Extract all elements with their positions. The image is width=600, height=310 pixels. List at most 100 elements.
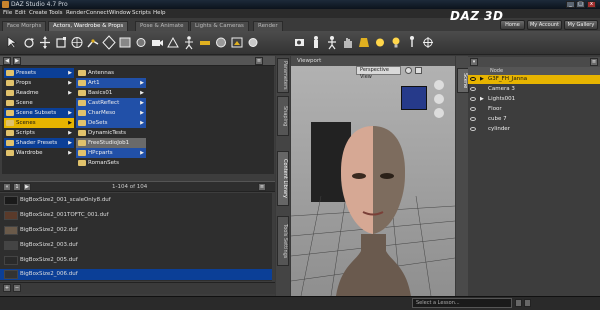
category-props[interactable]: Props ▶ [4, 78, 74, 88]
viewport-menu-icon[interactable] [415, 67, 422, 74]
pan-icon[interactable] [434, 94, 444, 104]
menu-render[interactable]: Render [66, 10, 86, 16]
view-cube-icon[interactable] [401, 86, 427, 110]
lesson-select[interactable]: Select a Lesson... [412, 298, 512, 308]
menu-create[interactable]: Create [29, 10, 47, 16]
subcategory-castreflect[interactable]: CastReflect ▶ [76, 98, 146, 108]
tab-pose-animate[interactable]: Pose & Animate [135, 21, 189, 31]
next-page-button[interactable]: ▶ [23, 183, 31, 191]
menu-file[interactable]: File [3, 10, 12, 16]
select-icon[interactable] [5, 35, 19, 50]
orbit-icon[interactable] [434, 80, 444, 90]
spot-light-icon[interactable] [357, 35, 371, 50]
scene-node-cylinder[interactable]: cylinder [468, 125, 600, 134]
bulb-icon[interactable] [389, 35, 403, 50]
expand-icon[interactable]: ▶ [480, 75, 484, 84]
subcategory-dynamictests[interactable]: DynamicTests [76, 128, 146, 138]
crosshair-icon[interactable] [421, 35, 435, 50]
morph-icon[interactable] [214, 35, 228, 50]
scene-node-cube[interactable]: cube 7 [468, 115, 600, 124]
tab-actors-wardrobe-props[interactable]: Actors, Wardrobe & Props [48, 21, 129, 31]
subcategory-freestudiojob1[interactable]: FreeStudioJob1 [76, 138, 146, 148]
node-icon[interactable] [102, 35, 116, 50]
scene-node-camera[interactable]: Camera 3 [468, 85, 600, 94]
ruler-icon[interactable] [198, 35, 212, 50]
person-light-icon[interactable] [405, 35, 419, 50]
category-scene-subsets[interactable]: Scene Subsets ▶ [4, 108, 74, 118]
category-shader-presets[interactable]: Shader Presets ▶ [4, 138, 74, 148]
person-icon[interactable] [325, 35, 339, 50]
subcategory-charmeso[interactable]: CharMeso ▶ [76, 108, 146, 118]
expand-icon[interactable]: ▶ [480, 95, 484, 104]
scene-filter-button[interactable]: ▾ [470, 58, 478, 66]
subcategory-romansets[interactable]: RomanSets [76, 158, 146, 168]
viewport[interactable]: Viewport Perspective View [291, 56, 455, 296]
list-item[interactable]: BigBoxSize2_001_scaleOnly8.duf [0, 195, 272, 206]
back-button[interactable]: ◀ [3, 57, 11, 65]
subcategory-hpcparts[interactable]: HPcparts ▶ [76, 148, 146, 158]
category-wardrobe[interactable]: Wardrobe ▶ [4, 148, 74, 158]
zoom-icon[interactable] [434, 108, 444, 118]
category-presets[interactable]: Presets ▶ [4, 68, 74, 78]
hand-icon[interactable] [341, 35, 355, 50]
visibility-icon[interactable] [470, 97, 476, 101]
page-number[interactable]: 1 [13, 183, 21, 191]
subcategory-antennas[interactable]: Antennas [76, 68, 146, 78]
list-item[interactable]: BigBoxSize2_005.duf [0, 255, 272, 266]
lesson-prev-button[interactable] [515, 299, 522, 307]
list-item-selected[interactable]: BigBoxSize2_006.duf [0, 269, 272, 280]
rotate-icon[interactable] [22, 35, 36, 50]
figure-icon[interactable] [309, 35, 323, 50]
universal-icon[interactable] [70, 35, 84, 50]
surface-icon[interactable] [118, 35, 132, 50]
render-icon[interactable] [230, 35, 244, 50]
shader-icon[interactable] [246, 35, 260, 50]
visibility-icon[interactable] [470, 87, 476, 91]
tab-content-library[interactable]: Content Library [277, 151, 289, 206]
my-account-button[interactable]: My Account [527, 20, 562, 30]
geometry-icon[interactable] [166, 35, 180, 50]
subcategory-desets[interactable]: DeSets ▶ [76, 118, 146, 128]
perspective-dropdown[interactable]: Perspective View [356, 66, 401, 80]
scene-node-lights[interactable]: ▶ Lights001 [468, 95, 600, 104]
lesson-next-button[interactable] [524, 299, 531, 307]
view-mode-button[interactable]: ≡ [258, 183, 266, 191]
list-item[interactable]: BigBoxSize2_001TOFTC_001.duf [0, 210, 272, 221]
menu-window[interactable]: Window [109, 10, 131, 16]
region-icon[interactable] [134, 35, 148, 50]
visibility-icon[interactable] [470, 107, 476, 111]
scene-node-janna[interactable]: ▶ G3F_FH_Janna [468, 75, 600, 84]
visibility-icon[interactable] [470, 77, 476, 81]
pose-icon[interactable] [182, 35, 196, 50]
scene-menu-button[interactable]: ≡ [590, 58, 598, 66]
menu-help[interactable]: Help [153, 10, 166, 16]
joint-icon[interactable] [86, 35, 100, 50]
tab-shaping[interactable]: Shaping [277, 96, 289, 136]
viewport-option-icon[interactable] [405, 67, 412, 74]
category-scenes[interactable]: Scenes ▶ [4, 118, 74, 128]
visibility-icon[interactable] [470, 117, 476, 121]
subcategory-art1[interactable]: Art1 ▶ [76, 78, 146, 88]
list-item[interactable]: BigBoxSize2_002.duf [0, 225, 272, 236]
tab-lights-cameras[interactable]: Lights & Cameras [190, 21, 249, 31]
category-scene[interactable]: Scene [4, 98, 74, 108]
tab-face-morphs[interactable]: Face Morphs [2, 21, 47, 31]
remove-button[interactable]: − [13, 284, 21, 292]
panel-menu-button[interactable]: ≡ [255, 57, 263, 65]
menu-edit[interactable]: Edit [15, 10, 26, 16]
camera-icon[interactable] [150, 35, 164, 50]
close-button[interactable]: x [587, 1, 596, 8]
visibility-icon[interactable] [470, 127, 476, 131]
first-page-button[interactable]: « [3, 183, 11, 191]
add-button[interactable]: + [3, 284, 11, 292]
home-button[interactable]: Home [500, 20, 525, 30]
maximize-button[interactable]: □ [576, 1, 585, 8]
menu-scripts[interactable]: Scripts [132, 10, 151, 16]
translate-icon[interactable] [38, 35, 52, 50]
category-scripts[interactable]: Scripts ▶ [4, 128, 74, 138]
menu-tools[interactable]: Tools [49, 10, 63, 16]
list-item[interactable]: BigBoxSize2_003.duf [0, 240, 272, 251]
scale-icon[interactable] [54, 35, 68, 50]
category-readme[interactable]: Readme ▶ [4, 88, 74, 98]
menu-connect[interactable]: Connect [86, 10, 109, 16]
